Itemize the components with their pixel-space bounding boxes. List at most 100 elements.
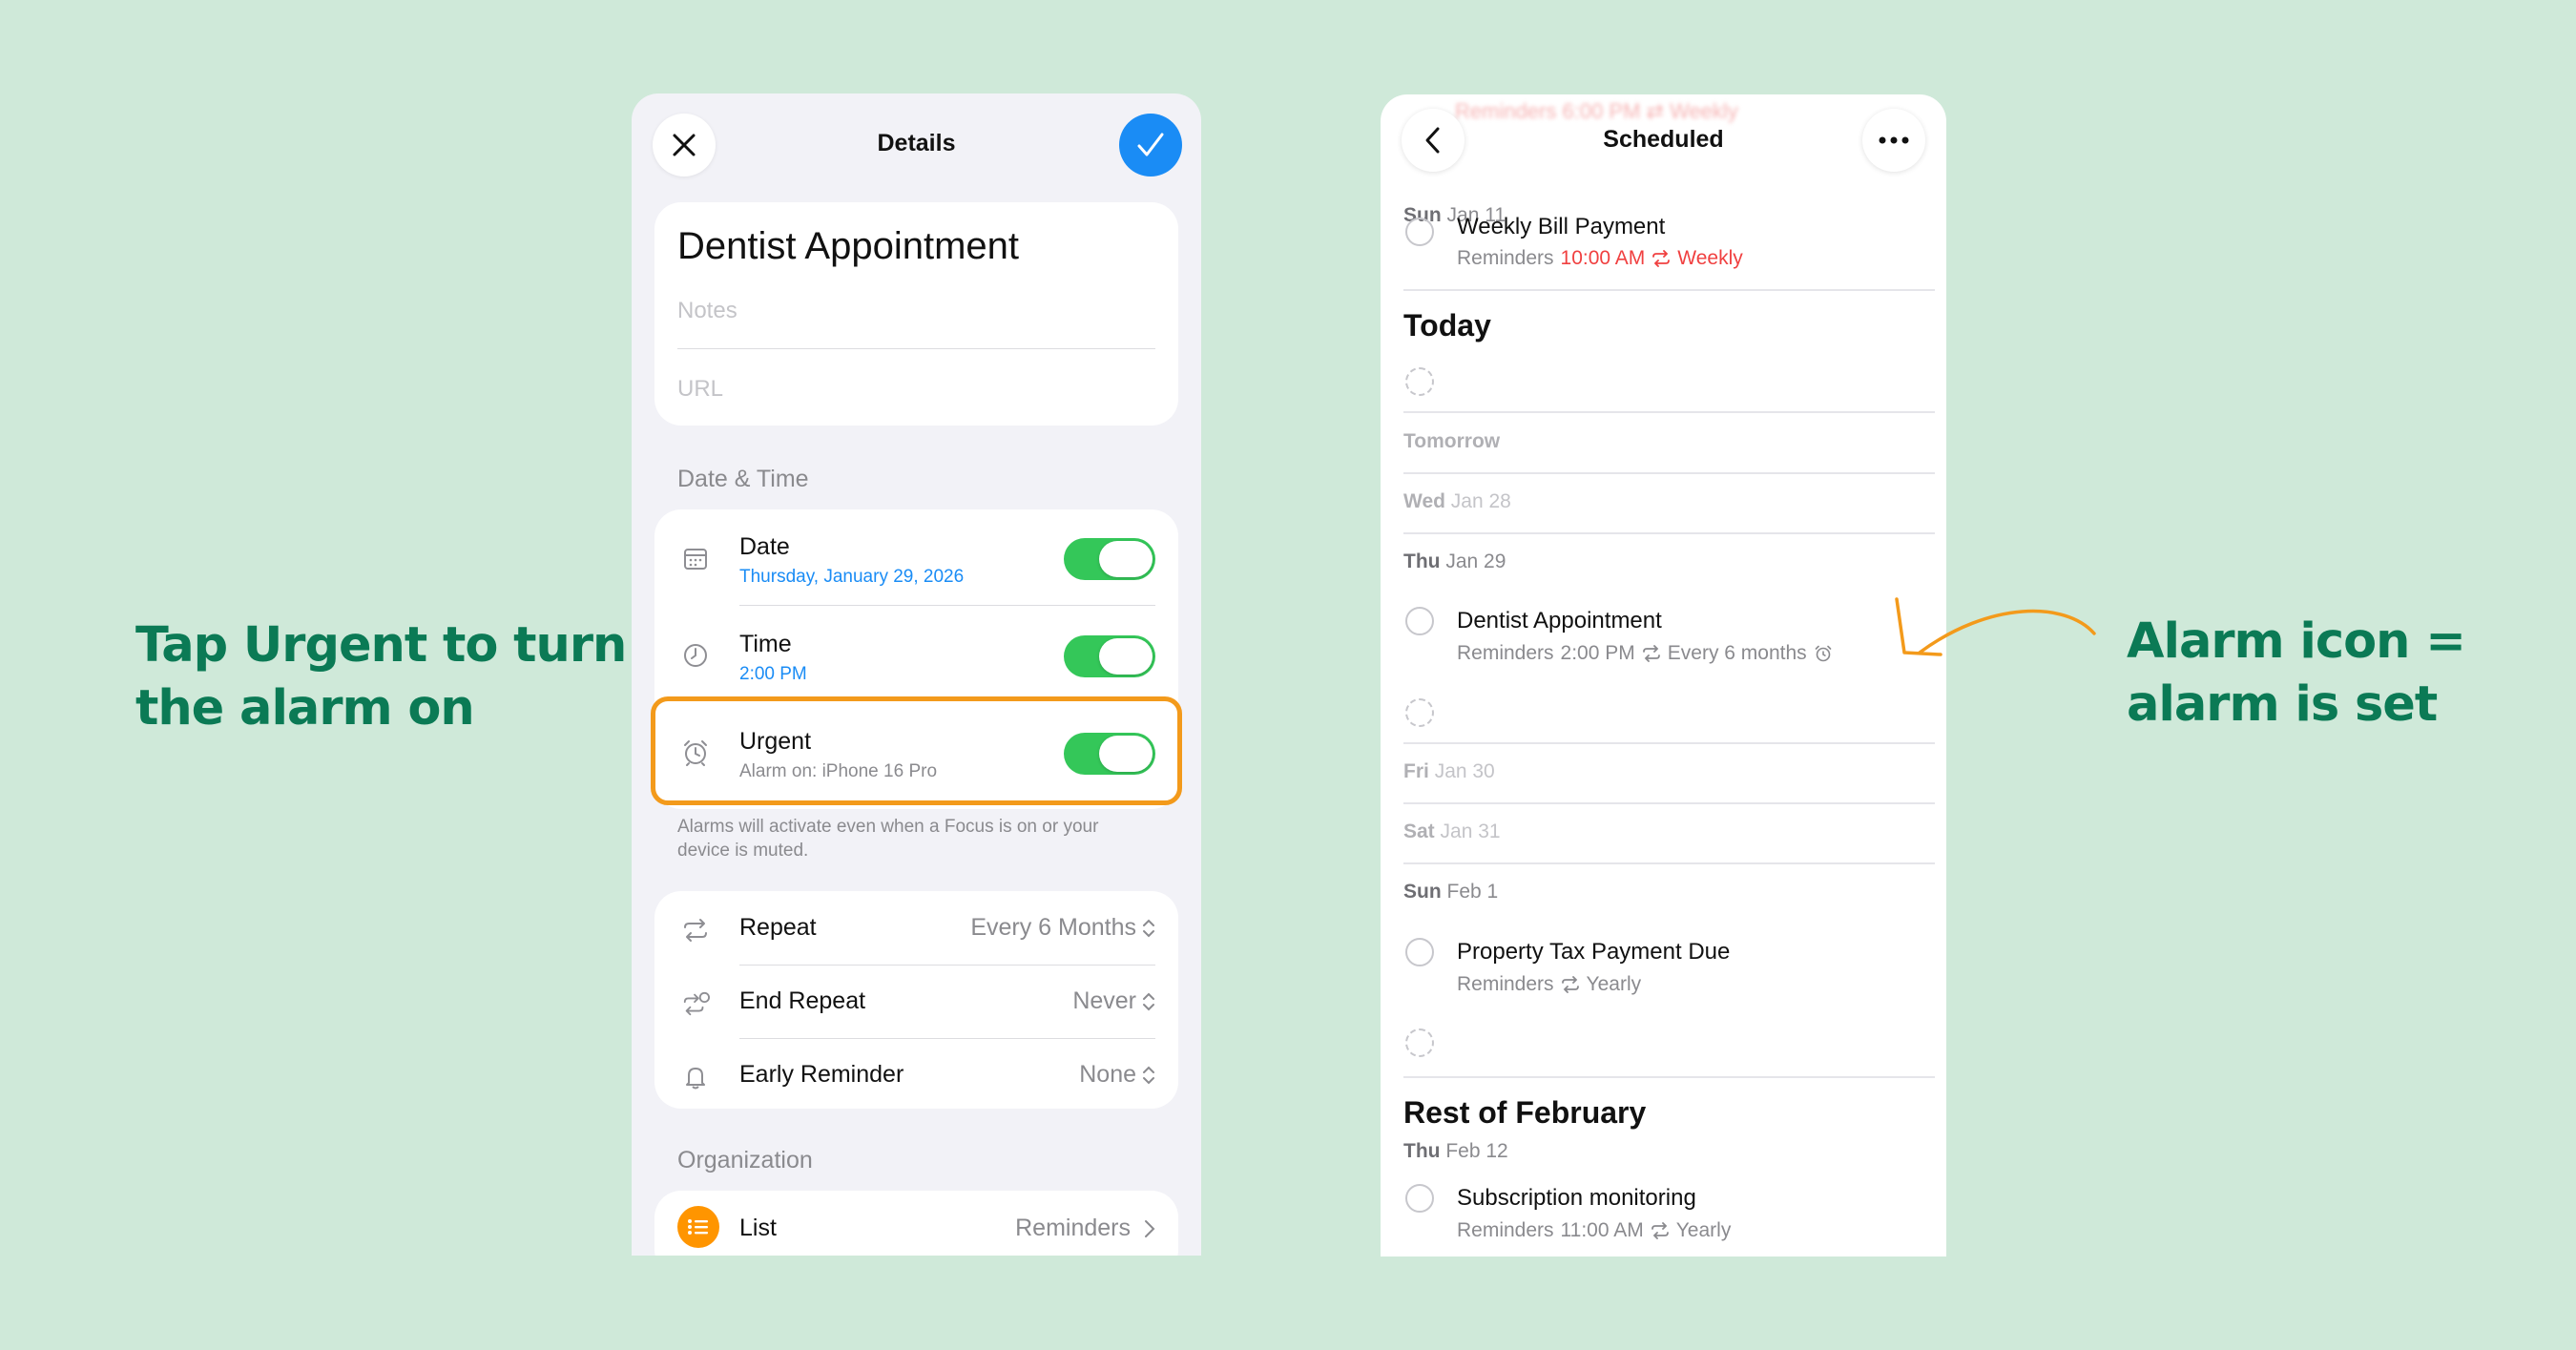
left-caption: Tap Urgent to turn the alarm on <box>135 614 632 740</box>
divider <box>1403 289 1935 291</box>
end-repeat-icon <box>681 989 710 1018</box>
reminder-title-input[interactable]: Dentist Appointment <box>677 225 1019 268</box>
repeat-label: Repeat <box>739 914 817 941</box>
reminder-checkbox[interactable] <box>1405 1184 1434 1213</box>
list-row[interactable]: List Reminders <box>654 1191 1178 1256</box>
title-card: Dentist Appointment Notes URL <box>654 202 1178 426</box>
date-time-section-label: Date & Time <box>677 466 809 492</box>
reminder-repeat: Yearly <box>1675 1219 1732 1241</box>
left-caption-line-2: the alarm on <box>135 680 475 737</box>
day-header-tomorrow: Tomorrow <box>1403 430 1500 453</box>
repeat-icon <box>1561 976 1579 993</box>
date-toggle[interactable] <box>1064 538 1155 580</box>
repeat-value-text: Every 6 Months <box>970 914 1136 941</box>
reminder-meta: Reminders Yearly <box>1457 973 1641 996</box>
end-repeat-row[interactable]: End Repeat Never <box>654 965 1178 1039</box>
day-header-sat: Sat Jan 31 <box>1403 820 1501 843</box>
early-reminder-value[interactable]: None <box>1079 1061 1155 1089</box>
reminder-meta: Reminders 10:00 AM Weekly <box>1457 247 1743 270</box>
repeat-icon <box>1642 645 1660 662</box>
reminder-time: 2:00 PM <box>1560 642 1635 664</box>
ellipsis-icon <box>1879 136 1909 144</box>
reminder-title[interactable]: Weekly Bill Payment <box>1457 214 1665 240</box>
chevron-updown-icon <box>1143 919 1154 937</box>
day-name: Thu <box>1403 550 1441 572</box>
time-toggle[interactable] <box>1064 635 1155 677</box>
day-name: Wed <box>1403 490 1445 512</box>
day-name: Sun <box>1403 881 1442 903</box>
time-value[interactable]: 2:00 PM <box>739 664 807 685</box>
notes-field[interactable]: Notes <box>677 298 737 324</box>
day-name: Sat <box>1403 820 1435 842</box>
repeat-icon <box>1652 250 1671 267</box>
day-date: Jan 29 <box>1445 550 1506 572</box>
repeat-value[interactable]: Every 6 Months <box>970 914 1155 942</box>
day-date: Jan 28 <box>1450 490 1511 512</box>
details-nav-title: Details <box>877 130 956 156</box>
end-repeat-value[interactable]: Never <box>1072 987 1155 1015</box>
time-row[interactable]: Time 2:00 PM <box>654 607 1178 702</box>
date-label: Date <box>739 533 790 560</box>
annotation-arrow-icon <box>1895 597 2096 656</box>
repeat-icon <box>1651 1222 1669 1239</box>
reminder-title[interactable]: Dentist Appointment <box>1457 608 1662 634</box>
day-header-thu-jan-29: Thu Jan 29 <box>1403 550 1506 573</box>
day-date: Jan 31 <box>1440 820 1501 842</box>
alarm-clock-icon <box>1815 645 1831 662</box>
day-header-thu-feb-12: Thu Feb 12 <box>1403 1140 1508 1163</box>
day-date: Feb 12 <box>1445 1140 1508 1162</box>
reminder-list: Reminders <box>1457 247 1554 269</box>
toggle-knob <box>1099 541 1153 577</box>
reminder-checkbox[interactable] <box>1405 218 1434 246</box>
reminder-meta: Reminders 11:00 AM Yearly <box>1457 1219 1731 1242</box>
day-header-fri: Fri Jan 30 <box>1403 760 1495 783</box>
checkmark-icon <box>1137 133 1164 156</box>
early-reminder-value-text: None <box>1079 1061 1136 1088</box>
repeat-card: Repeat Every 6 Months End Repeat Never E… <box>654 891 1178 1109</box>
url-field[interactable]: URL <box>677 376 723 403</box>
reminder-repeat: Yearly <box>1586 973 1642 995</box>
scheduled-screen: Reminders 6:00 PM ⇄ Weekly Scheduled Sun… <box>1381 94 1946 1257</box>
list-bullets-icon <box>677 1206 719 1248</box>
divider <box>677 348 1155 349</box>
chevron-updown-icon <box>1143 992 1154 1010</box>
more-button[interactable] <box>1862 109 1925 172</box>
reminder-repeat: Every 6 months <box>1667 642 1807 664</box>
reminder-checkbox[interactable] <box>1405 607 1434 635</box>
divider <box>739 605 1155 606</box>
divider <box>1403 411 1935 413</box>
early-reminder-row[interactable]: Early Reminder None <box>654 1038 1178 1111</box>
done-button[interactable] <box>1119 114 1182 177</box>
new-reminder-placeholder[interactable] <box>1405 367 1434 396</box>
scrolled-ghost-header: Reminders 6:00 PM ⇄ Weekly <box>1455 99 1738 123</box>
reminder-list: Reminders <box>1457 1219 1554 1241</box>
reminder-meta: Reminders 2:00 PM Every 6 months <box>1457 642 1833 665</box>
new-reminder-placeholder[interactable] <box>1405 1028 1434 1057</box>
date-row[interactable]: Date Thursday, January 29, 2026 <box>654 509 1178 606</box>
day-date: Feb 1 <box>1446 881 1499 903</box>
alarm-footnote: Alarms will activate even when a Focus i… <box>677 817 1099 861</box>
reminder-list: Reminders <box>1457 973 1554 995</box>
organization-card: List Reminders <box>654 1191 1178 1256</box>
divider <box>1403 862 1935 864</box>
reminder-checkbox[interactable] <box>1405 938 1434 966</box>
list-label: List <box>739 1215 777 1241</box>
organization-section-label: Organization <box>677 1147 813 1173</box>
reminder-time: 11:00 AM <box>1560 1219 1644 1241</box>
date-value[interactable]: Thursday, January 29, 2026 <box>739 567 964 588</box>
list-value-text: Reminders <box>1015 1215 1131 1241</box>
divider <box>1403 532 1935 534</box>
list-value[interactable]: Reminders <box>1015 1215 1155 1242</box>
reminder-title[interactable]: Property Tax Payment Due <box>1457 939 1730 966</box>
day-name: Fri <box>1403 760 1429 782</box>
new-reminder-placeholder[interactable] <box>1405 698 1434 727</box>
left-caption-line-1: Tap Urgent to turn <box>135 617 627 674</box>
divider <box>1403 472 1935 474</box>
divider <box>1403 802 1935 804</box>
reminder-list: Reminders <box>1457 642 1554 664</box>
divider <box>1403 1076 1935 1078</box>
reminder-time: 10:00 AM <box>1560 247 1646 269</box>
repeat-row[interactable]: Repeat Every 6 Months <box>654 891 1178 966</box>
reminder-title[interactable]: Subscription monitoring <box>1457 1185 1696 1212</box>
end-repeat-value-text: Never <box>1072 987 1136 1014</box>
